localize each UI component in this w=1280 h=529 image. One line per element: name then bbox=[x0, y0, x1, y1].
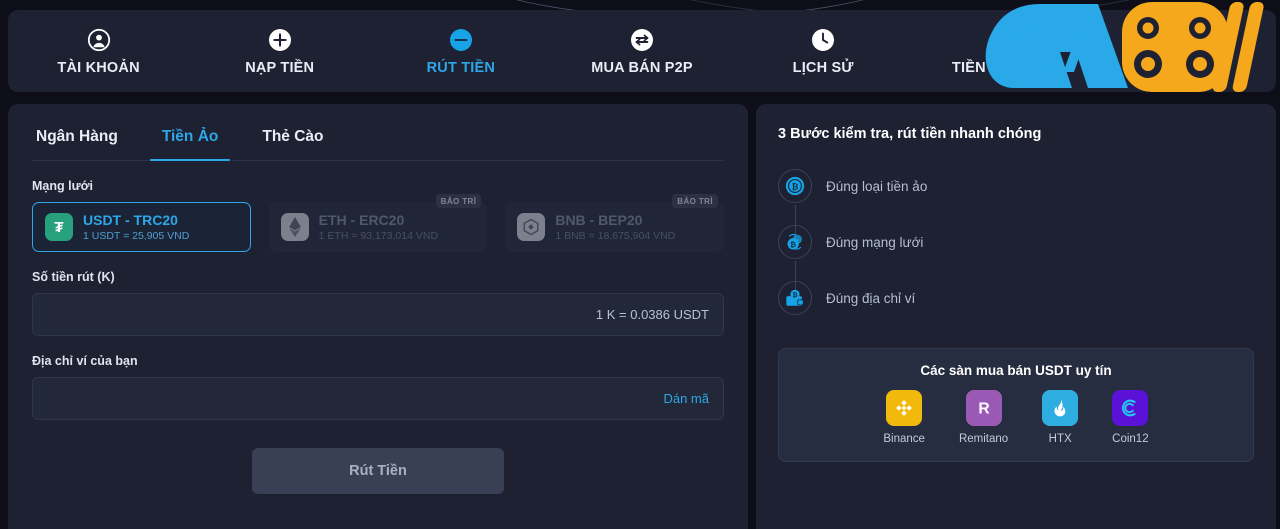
exchange-item-htx[interactable]: HTX bbox=[1042, 390, 1079, 445]
nav-label: LỊCH SỬ bbox=[792, 59, 854, 76]
step-label: Đúng địa chỉ ví bbox=[826, 290, 916, 306]
network-rate: 1 ETH = 93,173,014 VND bbox=[318, 230, 439, 242]
paste-code-link[interactable]: Dán mã bbox=[663, 391, 709, 406]
exchange-item-binance[interactable]: Binance bbox=[883, 390, 925, 445]
steps-list: ₿ Đúng loại tiền ảo ₿ Đúng mạng lưới ₿ Đ… bbox=[778, 158, 1254, 326]
exchange-name: Remitano bbox=[958, 433, 1009, 445]
wallet-label: Địa chỉ ví của bạn bbox=[32, 354, 138, 368]
plus-circle-icon bbox=[267, 27, 293, 53]
nav-label: TIỀN THƯỞNG bbox=[951, 59, 1057, 76]
app-root: TÀI KHOẢN NẠP TIỀN RÚT TIỀN MUA BÁN P2P bbox=[0, 0, 1280, 529]
step-item-currency: ₿ Đúng loại tiền ảo bbox=[778, 158, 1254, 214]
step-label: Đúng loại tiền ảo bbox=[826, 178, 928, 194]
info-panel-title: 3 Bước kiểm tra, rút tiền nhanh chóng bbox=[778, 126, 1042, 142]
network-name: BNB - BEP20 bbox=[555, 212, 643, 228]
svg-text:₿: ₿ bbox=[792, 182, 799, 192]
bank-icon bbox=[1172, 27, 1198, 53]
nav-item-ngan-hang[interactable]: NGÂN HÀNG bbox=[1095, 27, 1276, 76]
wallet-input-wrapper[interactable]: Dán mã bbox=[32, 377, 724, 420]
network-name: ETH - ERC20 bbox=[318, 212, 405, 228]
exchanges-row: Binance R Remitano HTX Coin12 bbox=[791, 390, 1241, 445]
gift-icon bbox=[991, 27, 1017, 53]
user-circle-icon bbox=[86, 27, 112, 53]
nav-label: RÚT TIỀN bbox=[426, 59, 496, 76]
trusted-exchanges-box: Các sàn mua bán USDT uy tín Binance R Re… bbox=[778, 348, 1254, 462]
tab-the-cao[interactable]: Thẻ Cào bbox=[258, 122, 327, 160]
exchange-item-coin12[interactable]: Coin12 bbox=[1112, 390, 1149, 445]
nav-item-lich-su[interactable]: LỊCH SỬ bbox=[733, 27, 914, 76]
amount-label: Số tiền rút (K) bbox=[32, 270, 115, 284]
info-panel: 3 Bước kiểm tra, rút tiền nhanh chóng ₿ … bbox=[756, 104, 1276, 529]
network-option-eth-erc20[interactable]: BẢO TRÌ ETH - ERC20 1 ETH = 93,173,014 V… bbox=[268, 194, 488, 252]
maintenance-badge: BẢO TRÌ bbox=[672, 194, 718, 208]
nav-label: NẠP TIỀN bbox=[245, 59, 315, 76]
clock-icon bbox=[810, 27, 836, 53]
tab-tien-ao[interactable]: Tiền Ảo bbox=[149, 122, 230, 161]
amount-input-wrapper[interactable]: 1 K = 0.0386 USDT bbox=[32, 293, 724, 336]
exchange-name: HTX bbox=[1048, 433, 1072, 445]
network-options: ₮ USDT - TRC20 1 USDT = 25,905 VND BẢO T… bbox=[32, 194, 724, 252]
step-label: Đúng mạng lưới bbox=[826, 234, 924, 250]
exchange-name: Coin12 bbox=[1112, 433, 1149, 445]
exchange-name: Binance bbox=[883, 433, 925, 445]
svg-text:₿: ₿ bbox=[790, 240, 796, 249]
network-option-usdt-trc20[interactable]: ₮ USDT - TRC20 1 USDT = 25,905 VND bbox=[32, 202, 251, 252]
tab-ngan-hang[interactable]: Ngân Hàng bbox=[32, 122, 122, 160]
nav-label: TÀI KHOẢN bbox=[57, 59, 140, 76]
network-label: Mạng lưới bbox=[32, 179, 93, 193]
network-option-bnb-bep20[interactable]: BẢO TRÌ BNB - BEP20 1 BNB = 18,675,904 V… bbox=[505, 194, 724, 252]
binance-logo-icon bbox=[886, 390, 923, 426]
nav-label: MUA BÁN P2P bbox=[591, 59, 693, 76]
binance-coin-icon bbox=[517, 213, 546, 241]
svg-text:₿: ₿ bbox=[792, 291, 797, 299]
wallet-bitcoin-icon: ₿ bbox=[778, 281, 812, 315]
exchange-circle-icon bbox=[629, 27, 655, 53]
withdraw-submit-button[interactable]: Rút Tiền bbox=[252, 448, 504, 494]
htx-logo-icon bbox=[1042, 390, 1079, 426]
exchanges-title: Các sàn mua bán USDT uy tín bbox=[920, 363, 1112, 378]
maintenance-badge: BẢO TRÌ bbox=[435, 194, 482, 208]
bitcoin-coin-icon: ₿ bbox=[778, 169, 812, 203]
remitano-logo-icon: R bbox=[965, 390, 1002, 426]
nav-item-tien-thuong[interactable]: TIỀN THƯỞNG bbox=[914, 27, 1095, 76]
nav-item-mua-ban-p2p[interactable]: MUA BÁN P2P bbox=[551, 27, 732, 76]
svg-text:R: R bbox=[978, 401, 989, 418]
main-navigation: TÀI KHOẢN NẠP TIỀN RÚT TIỀN MUA BÁN P2P bbox=[8, 10, 1276, 92]
network-swap-icon: ₿ bbox=[778, 225, 812, 259]
step-item-wallet: ₿ Đúng địa chỉ ví bbox=[778, 270, 1254, 326]
method-tabs: Ngân Hàng Tiền Ảo Thẻ Cào bbox=[32, 104, 724, 161]
network-name: USDT - TRC20 bbox=[83, 212, 178, 228]
nav-item-rut-tien[interactable]: RÚT TIỀN bbox=[370, 27, 551, 76]
minus-circle-icon bbox=[448, 27, 474, 53]
network-rate: 1 BNB = 18,675,904 VND bbox=[555, 230, 676, 242]
tether-icon: ₮ bbox=[45, 213, 73, 241]
exchange-item-remitano[interactable]: R Remitano bbox=[959, 390, 1008, 445]
nav-item-nap-tien[interactable]: NẠP TIỀN bbox=[189, 27, 370, 76]
coin12-logo-icon bbox=[1112, 390, 1149, 426]
nav-label: NGÂN HÀNG bbox=[1139, 59, 1232, 76]
nav-item-tai-khoan[interactable]: TÀI KHOẢN bbox=[8, 27, 189, 76]
amount-conversion-hint: 1 K = 0.0386 USDT bbox=[595, 307, 709, 322]
step-item-network: ₿ Đúng mạng lưới bbox=[778, 214, 1254, 270]
ethereum-icon bbox=[280, 213, 309, 241]
withdraw-form-panel: Ngân Hàng Tiền Ảo Thẻ Cào Mạng lưới ₮ US… bbox=[8, 104, 748, 529]
network-rate: 1 USDT = 25,905 VND bbox=[83, 230, 190, 242]
